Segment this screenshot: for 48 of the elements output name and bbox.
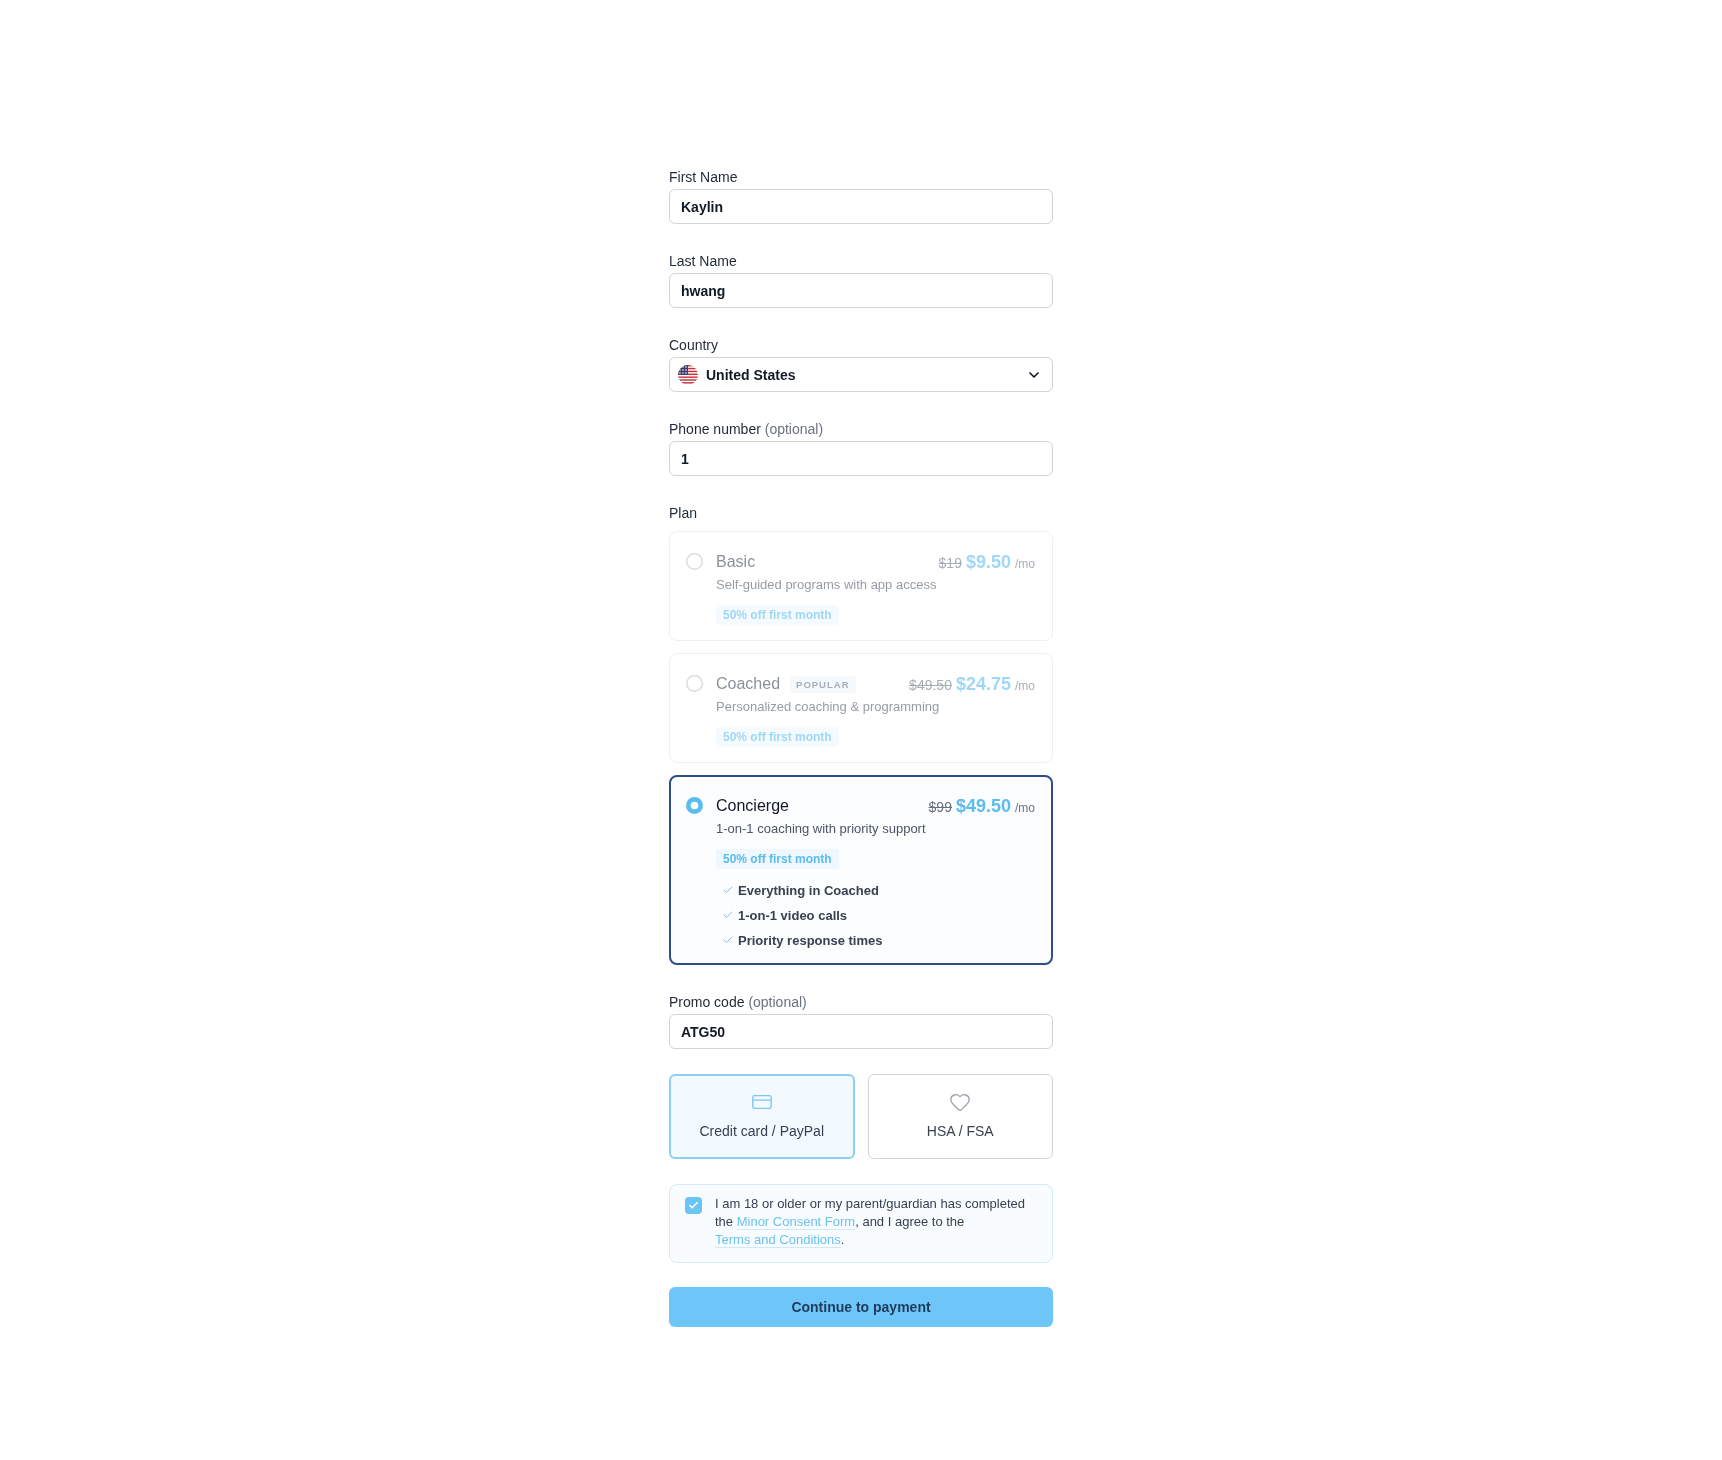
plan-name: Basic: [716, 553, 756, 571]
plan-name: Coached: [716, 675, 781, 693]
plan-name: Concierge: [716, 797, 789, 815]
field-label: Country: [669, 336, 720, 354]
section-label: Plan: [669, 504, 699, 522]
check-icon: [688, 1200, 699, 1211]
discount-badge: 50% off first month: [716, 849, 839, 869]
radio-icon[interactable]: [686, 797, 703, 814]
discounted-price: $9.50: [965, 551, 1011, 573]
payment-method-button[interactable]: Credit card / PayPal: [669, 1074, 855, 1159]
plan-description: Self-guided programs with app access: [716, 576, 937, 594]
plan-description: 1-on-1 coaching with priority support: [716, 820, 926, 838]
text-input[interactable]: ATG50: [669, 1014, 1053, 1049]
check-icon: [722, 909, 734, 921]
feature-text: Priority response times: [738, 932, 883, 948]
discounted-price: $49.50: [955, 795, 1011, 817]
original-price: $19: [938, 554, 962, 571]
flag-icon: [678, 364, 698, 385]
field-label: Promo code (optional): [669, 993, 808, 1011]
country-select[interactable]: United States: [669, 357, 1053, 392]
discounted-price: $24.75: [955, 673, 1011, 695]
popular-badge: POPULAR: [790, 675, 856, 693]
field-label: Last Name: [669, 252, 738, 270]
text-input[interactable]: hwang: [669, 273, 1053, 308]
discount-badge: 50% off first month: [716, 727, 839, 747]
check-icon: [722, 934, 734, 946]
price-period: /mo: [1015, 556, 1035, 571]
payment-method-button[interactable]: HSA / FSA: [867, 1074, 1053, 1159]
original-price: $49.50: [909, 676, 952, 693]
discount-badge: 50% off first month: [716, 605, 839, 625]
plan-description: Personalized coaching & programming: [716, 698, 940, 716]
text-input[interactable]: 1: [669, 441, 1053, 476]
feature-text: 1-on-1 video calls: [738, 907, 848, 923]
feature-text: Everything in Coached: [738, 882, 879, 898]
price-period: /mo: [1015, 678, 1035, 693]
check-icon: [722, 884, 734, 896]
field-label: Phone number (optional): [669, 420, 825, 438]
radio-icon[interactable]: [686, 553, 703, 570]
checkbox[interactable]: [685, 1197, 702, 1214]
field-label: First Name: [669, 168, 739, 186]
price-period: /mo: [1015, 800, 1035, 815]
heart-icon: [949, 1091, 972, 1113]
plan-option-card[interactable]: Concierge $99 $49.50 /mo 1-on-1 coaching with priority support 50% off first month Everything in Coached 1-on-1 video calls Priority response times: [669, 775, 1053, 965]
original-price: $99: [928, 798, 952, 815]
radio-icon[interactable]: [686, 675, 703, 692]
continue-button[interactable]: Continue to payment: [669, 1287, 1053, 1327]
text-input[interactable]: Kaylin: [669, 189, 1053, 224]
consent-text: I am 18 or older or my parent/guardian has completed the Minor Consent Form, and I agree to the Terms and Conditions.: [715, 1195, 1026, 1249]
